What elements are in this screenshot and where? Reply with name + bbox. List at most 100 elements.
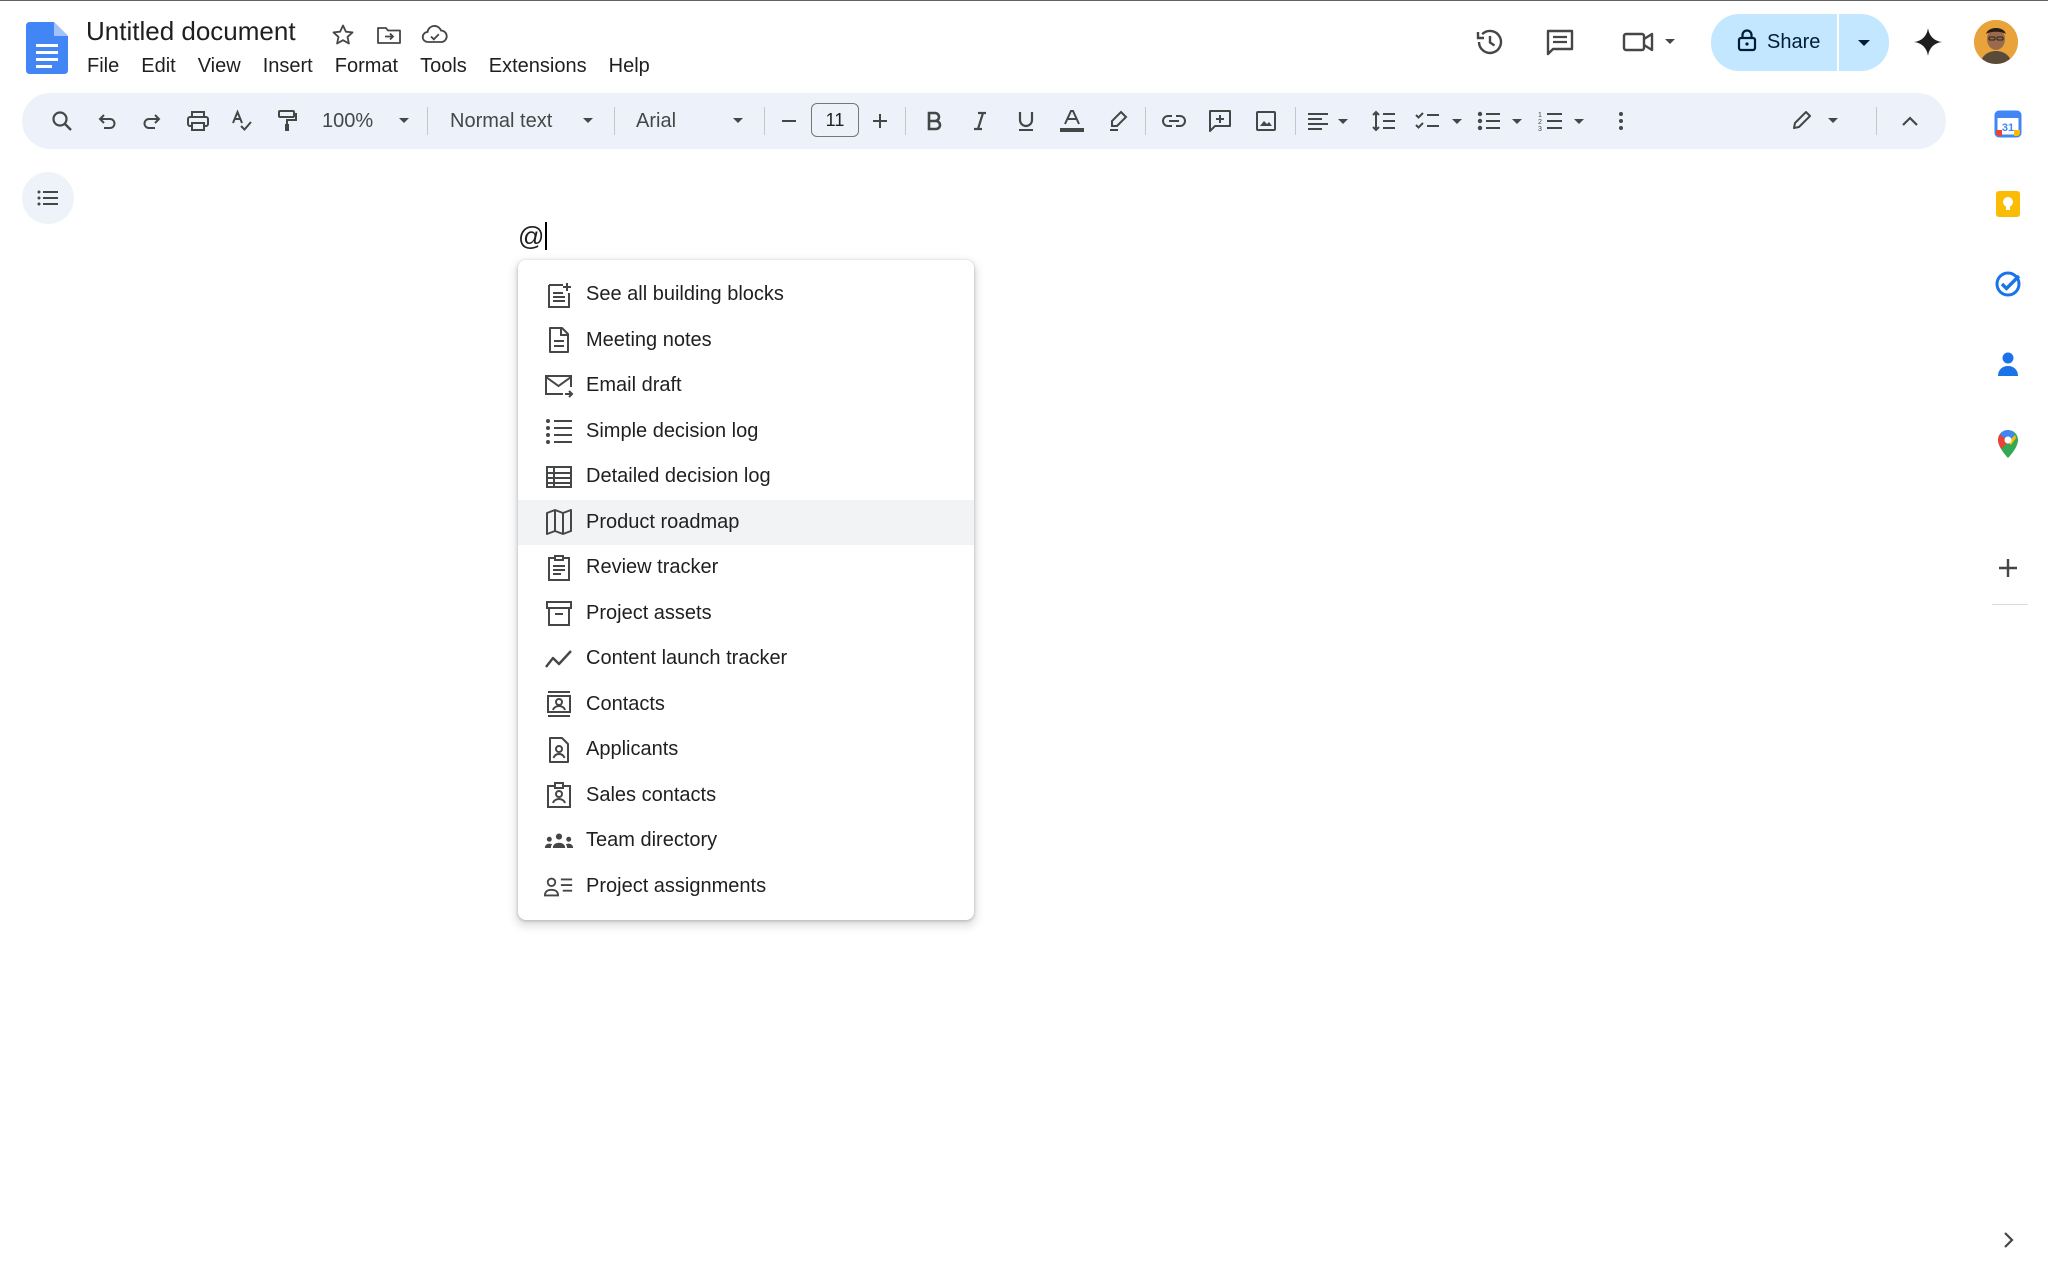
menu-item-detailed-decision-log[interactable]: Detailed decision log [518,454,974,500]
menu-item-content-launch-tracker[interactable]: Content launch tracker [518,636,974,682]
document-icon [544,325,574,355]
move-folder-icon[interactable] [374,20,404,50]
font-dropdown-arrow-icon[interactable] [726,93,750,149]
share-button[interactable]: Share [1711,14,1889,71]
paragraph-style-select[interactable]: Normal text [450,93,570,149]
document-outline-button[interactable] [22,172,74,224]
menu-item-project-assignments[interactable]: Project assignments [518,864,974,910]
menu-item-label: Product roadmap [586,510,740,533]
line-spacing-icon[interactable] [1364,93,1404,149]
menu-item-review-tracker[interactable]: Review tracker [518,545,974,591]
insert-link-icon[interactable] [1154,93,1194,149]
add-note-icon [544,280,574,310]
lock-icon [1737,28,1757,57]
clipboard-icon [544,553,574,583]
hide-menus-chevron-up-icon[interactable] [1890,93,1930,149]
toolbar-divider [1145,107,1146,135]
toolbar-divider [905,107,906,135]
spelling-check-icon[interactable] [222,93,262,149]
bulleted-list-dropdown-icon[interactable] [1474,93,1530,149]
toolbar-divider [427,107,428,135]
paint-format-icon[interactable] [267,93,307,149]
svg-text:31: 31 [2002,122,2014,134]
paragraph-style-value: Normal text [450,109,553,132]
meet-call-icon[interactable] [1620,22,1680,62]
menu-item-label: Contacts [586,692,665,715]
align-dropdown-icon[interactable] [1304,93,1354,149]
menu-format[interactable]: Format [324,52,409,81]
text-cursor [545,222,548,250]
menu-item-meeting-notes[interactable]: Meeting notes [518,318,974,364]
menu-item-see-all-building-blocks[interactable]: See all building blocks [518,272,974,318]
document-title[interactable]: Untitled document [86,16,296,47]
menu-item-team-directory[interactable]: Team directory [518,818,974,864]
checklist-dropdown-icon[interactable] [1412,93,1468,149]
document-body[interactable]: @ [518,221,548,252]
style-dropdown-arrow-icon[interactable] [576,93,600,149]
groups-icon [544,826,574,856]
print-icon[interactable] [178,93,218,149]
contacts-icon[interactable] [1986,342,2030,386]
menu-item-email-draft[interactable]: Email draft [518,363,974,409]
menu-item-applicants[interactable]: Applicants [518,727,974,773]
get-add-ons-plus-icon[interactable] [1986,546,2030,590]
bold-icon[interactable] [914,93,954,149]
archive-icon [544,598,574,628]
docs-logo-icon[interactable] [26,22,68,74]
keep-icon[interactable] [1986,182,2030,226]
menu-extensions[interactable]: Extensions [478,52,598,81]
star-icon[interactable] [328,20,358,50]
underline-icon[interactable] [1006,93,1046,149]
menu-item-label: Team directory [586,829,718,852]
show-side-panel-chevron-icon[interactable] [1994,1226,2022,1254]
menu-insert[interactable]: Insert [252,52,324,81]
menu-item-label: See all building blocks [586,283,784,306]
menu-item-label: Project assets [586,601,712,624]
font-select[interactable]: Arial [636,93,716,149]
decrease-font-size-icon[interactable] [774,93,804,149]
search-menus-icon[interactable] [42,93,82,149]
editing-mode-dropdown-icon[interactable] [1786,93,1850,149]
cloud-saved-icon[interactable] [420,20,450,50]
table-icon [544,462,574,492]
menu-view[interactable]: View [187,52,252,81]
text-color-icon[interactable] [1052,93,1092,149]
more-options-icon[interactable] [1606,93,1636,149]
contact-badge-icon [544,780,574,810]
comments-icon[interactable] [1540,22,1580,62]
maps-icon[interactable] [1986,422,2030,466]
undo-icon[interactable] [87,93,127,149]
toolbar-divider [1295,107,1296,135]
menu-help[interactable]: Help [598,52,661,81]
menu-item-sales-contacts[interactable]: Sales contacts [518,773,974,819]
numbered-list-dropdown-icon[interactable]: 123 [1536,93,1592,149]
svg-text:1: 1 [1538,112,1542,119]
zoom-dropdown-arrow-icon[interactable] [392,93,416,149]
menu-item-project-assets[interactable]: Project assets [518,591,974,637]
redo-icon[interactable] [132,93,172,149]
trend-icon [544,644,574,674]
menu-item-simple-decision-log[interactable]: Simple decision log [518,409,974,455]
menu-item-contacts[interactable]: Contacts [518,682,974,728]
share-options-chevron-icon[interactable] [1839,14,1889,71]
menu-item-product-roadmap[interactable]: Product roadmap [518,499,974,545]
insert-image-icon[interactable] [1246,93,1286,149]
account-avatar[interactable] [1974,20,2018,64]
italic-icon[interactable] [960,93,1000,149]
add-comment-icon[interactable] [1200,93,1240,149]
highlight-color-icon[interactable] [1098,93,1138,149]
email-send-icon [544,371,574,401]
side-panel-divider [1992,604,2028,605]
version-history-icon[interactable] [1470,22,1510,62]
menu-edit[interactable]: Edit [130,52,186,81]
list-icon [544,416,574,446]
menu-tools[interactable]: Tools [409,52,478,81]
zoom-select[interactable]: 100% [322,93,382,149]
gemini-sparkle-icon[interactable] [1908,22,1948,62]
increase-font-size-icon[interactable] [864,93,896,149]
menu-file[interactable]: File [76,52,130,81]
calendar-icon[interactable]: 31 [1986,102,2030,146]
font-size-input[interactable]: 11 [811,103,859,137]
tasks-icon[interactable] [1986,262,2030,306]
font-value: Arial [636,109,677,132]
